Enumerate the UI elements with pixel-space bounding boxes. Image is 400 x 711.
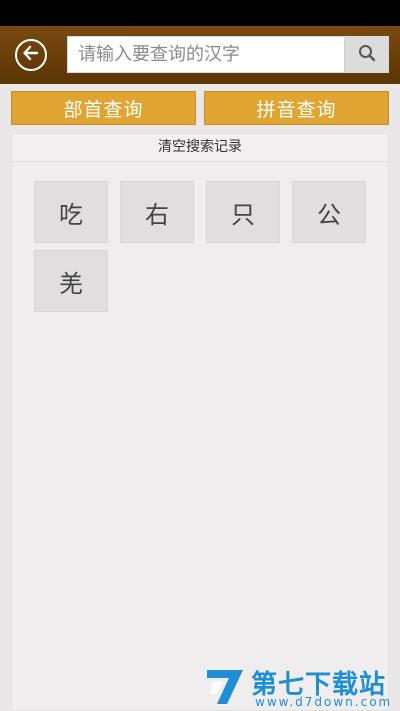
watermark-logo: 第七下载站 www.d7down.com: [203, 662, 398, 711]
history-char-item[interactable]: 羌: [34, 250, 108, 312]
search-input[interactable]: [68, 37, 345, 72]
back-button[interactable]: [15, 39, 47, 71]
back-arrow-icon: [21, 43, 41, 67]
search-box: [67, 36, 389, 73]
history-char-item[interactable]: 公: [292, 181, 366, 243]
clear-history-button[interactable]: 清空搜索记录: [12, 134, 388, 162]
watermark-url: www.d7down.com: [255, 695, 393, 709]
top-bar: [0, 26, 400, 84]
search-icon: [357, 43, 377, 67]
history-char-item[interactable]: 只: [206, 181, 280, 243]
search-history-panel: 清空搜索记录 吃 右 只 公 羌: [11, 133, 389, 711]
history-char-item[interactable]: 吃: [34, 181, 108, 243]
watermark-logo-icon: [207, 670, 243, 704]
radical-search-button[interactable]: 部首查询: [11, 91, 196, 125]
status-bar: [0, 0, 400, 26]
search-button[interactable]: [344, 37, 388, 72]
pinyin-search-button[interactable]: 拼音查询: [204, 91, 389, 125]
history-char-item[interactable]: 右: [120, 181, 194, 243]
